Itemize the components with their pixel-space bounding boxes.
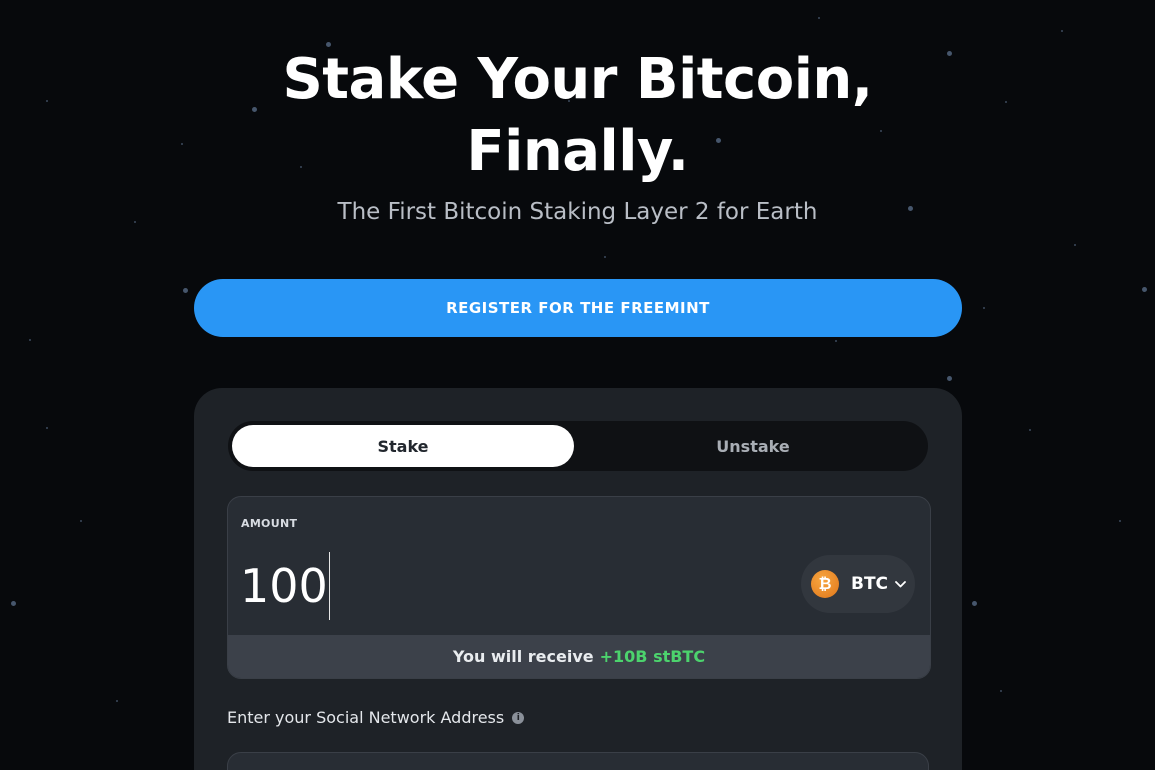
amount-input[interactable]: 100 xyxy=(240,551,740,621)
page: Stake Your Bitcoin, Finally. The First B… xyxy=(0,0,1155,770)
stake-panel: Stake Unstake AMOUNT 100 ₿ BTC You will … xyxy=(194,388,962,770)
star xyxy=(1142,287,1147,292)
stake-tabs: Stake Unstake xyxy=(228,421,928,471)
star xyxy=(46,427,48,429)
star xyxy=(818,17,820,19)
amount-label: AMOUNT xyxy=(241,517,298,530)
star xyxy=(80,520,82,522)
star xyxy=(1061,30,1063,32)
star xyxy=(835,340,837,342)
star xyxy=(604,256,606,258)
star xyxy=(1029,429,1031,431)
token-name: BTC xyxy=(851,574,889,594)
star xyxy=(1074,244,1076,246)
receive-prefix: You will receive xyxy=(452,647,594,666)
star xyxy=(116,700,118,702)
star xyxy=(29,339,31,341)
star xyxy=(972,601,977,606)
social-address-label: Enter your Social Network Address i xyxy=(227,708,525,727)
star xyxy=(183,288,188,293)
text-caret xyxy=(328,552,330,620)
tab-unstake[interactable]: Unstake xyxy=(582,425,924,467)
social-address-input[interactable] xyxy=(227,752,929,770)
hero-title: Stake Your Bitcoin, Finally. xyxy=(0,44,1155,188)
star xyxy=(947,376,952,381)
star xyxy=(1119,520,1121,522)
register-freemint-button[interactable]: REGISTER FOR THE FREEMINT xyxy=(194,279,962,337)
chevron-down-icon xyxy=(894,578,906,590)
tab-stake[interactable]: Stake xyxy=(232,425,574,467)
receive-value: +10B stBTC xyxy=(599,647,706,666)
info-icon[interactable]: i xyxy=(512,711,525,724)
star xyxy=(983,307,985,309)
token-select[interactable]: ₿ BTC xyxy=(801,555,915,613)
social-address-label-text: Enter your Social Network Address xyxy=(227,708,505,727)
amount-box: AMOUNT 100 ₿ BTC You will receive +10B s… xyxy=(227,496,931,679)
hero-title-line2: Finally. xyxy=(466,119,689,184)
star xyxy=(1000,690,1002,692)
star xyxy=(11,601,16,606)
bitcoin-icon: ₿ xyxy=(811,570,839,598)
receive-bar: You will receive +10B stBTC xyxy=(228,635,930,678)
amount-value: 100 xyxy=(240,559,328,613)
hero-subtitle: The First Bitcoin Staking Layer 2 for Ea… xyxy=(337,199,818,225)
hero-title-line1: Stake Your Bitcoin, xyxy=(282,47,873,112)
